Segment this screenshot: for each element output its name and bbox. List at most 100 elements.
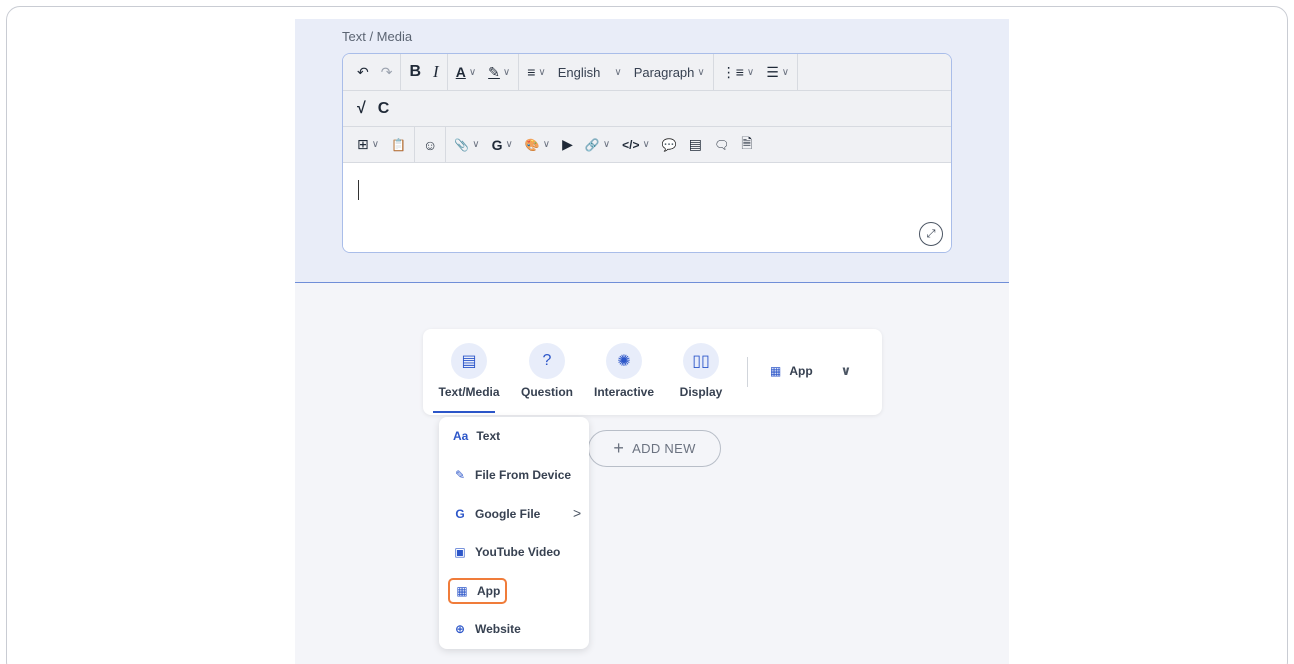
highlight-color-button[interactable]: ✎ ∨: [482, 58, 516, 86]
dropdown-item-label: YouTube Video: [475, 545, 561, 559]
notes-icon[interactable]: ▤: [683, 131, 708, 159]
app-selector[interactable]: ▦ App ∨: [770, 363, 851, 379]
bullet-list-button[interactable]: ☰ ∨: [760, 58, 795, 86]
font-color-button[interactable]: A ∨: [450, 58, 482, 86]
paste-icon[interactable]: 📋: [385, 131, 412, 159]
code-icon: </>: [622, 137, 640, 152]
code-button[interactable]: </> ∨: [616, 131, 656, 159]
dropdown-item-label: App: [477, 584, 501, 598]
tab-label: Interactive: [593, 385, 655, 399]
tab-text-media[interactable]: ▤ Text/Media: [431, 343, 507, 413]
bullet-list-icon: ☰: [766, 63, 779, 80]
palette-icon: 🎨: [524, 137, 540, 152]
text-caret: [358, 180, 359, 200]
table-icon: ⊞: [357, 136, 369, 152]
tab-label: Display: [679, 385, 723, 399]
attach-button[interactable]: 📎 ∨: [448, 131, 485, 159]
google-drive-button[interactable]: G ∨: [486, 131, 519, 159]
chevron-down-icon: ∨: [781, 66, 790, 78]
italic-button[interactable]: I: [427, 58, 445, 86]
comment-icon[interactable]: 💬: [656, 131, 683, 159]
numbered-list-icon: ⋮≡: [721, 63, 744, 80]
toolbar-row-1: ↶ ↷ B I A ∨ ✎ ∨ ≡ ∨ English ∨ Paragraph …: [343, 54, 951, 91]
dropdown-item-youtube-video[interactable]: ▣ YouTube Video: [447, 539, 566, 565]
globe-icon: ⊕: [454, 622, 466, 636]
bold-button[interactable]: B: [403, 58, 427, 86]
chevron-down-icon: ∨: [840, 363, 852, 378]
tab-display[interactable]: ▯▯ Display: [663, 343, 739, 399]
chevron-down-icon: ∨: [614, 66, 622, 78]
align-left-icon: ≡: [527, 64, 536, 80]
toolbar-divider: [712, 54, 714, 90]
toolbar-row-2: √ C: [343, 91, 951, 127]
question-icon: ?: [529, 343, 565, 379]
tab-question[interactable]: ? Question: [509, 343, 585, 399]
interactive-icon: ✺: [606, 343, 642, 379]
card-divider: [747, 357, 748, 387]
table-button[interactable]: ⊞ ∨: [351, 131, 385, 159]
chevron-down-icon: ∨: [502, 66, 511, 78]
text-media-icon: ▤: [451, 343, 487, 379]
chevron-down-icon: ∨: [538, 66, 546, 78]
dropdown-item-app[interactable]: ▦ App: [448, 578, 508, 604]
media-icon[interactable]: ▶: [556, 131, 579, 159]
app-selector-label: App: [789, 364, 813, 378]
language-select[interactable]: English ∨: [552, 58, 628, 86]
dropdown-item-text[interactable]: Aa Text: [447, 423, 506, 449]
link-button[interactable]: 🔗 ∨: [579, 131, 616, 159]
speech-icon[interactable]: 🗨: [708, 131, 735, 159]
paperclip-icon: ✎: [454, 468, 466, 482]
math-icon[interactable]: √: [351, 95, 372, 123]
toolbar-divider: [797, 54, 799, 90]
dropdown-item-label: Google File: [475, 507, 541, 521]
text-media-section: Text / Media ↶ ↷ B I A ∨ ✎ ∨ ≡ ∨ English…: [295, 19, 1009, 283]
dropdown-item-label: Text: [476, 429, 501, 443]
chevron-down-icon: ∨: [472, 139, 480, 150]
expand-icon[interactable]: ⤢: [919, 222, 943, 246]
chevron-right-icon: >: [573, 505, 582, 521]
font-color-icon: A: [455, 64, 466, 80]
language-value: English: [557, 64, 601, 80]
chevron-down-icon: ∨: [468, 66, 477, 78]
palette-button[interactable]: 🎨 ∨: [519, 131, 556, 159]
tab-interactive[interactable]: ✺ Interactive: [586, 343, 662, 399]
chevron-down-icon: ∨: [371, 139, 380, 150]
undo-icon[interactable]: ↶: [351, 58, 375, 86]
toolbar-divider: [446, 54, 448, 90]
google-icon: G: [455, 507, 465, 521]
block-format-value: Paragraph: [633, 64, 695, 80]
content-type-card: ▤ Text/Media ? Question ✺ Interactive ▯▯…: [423, 329, 882, 415]
toolbar-divider: [414, 126, 416, 163]
paperclip-icon: 📎: [454, 137, 470, 152]
ordered-list-button[interactable]: ⋮≡ ∨: [716, 58, 761, 86]
dropdown-item-label: File From Device: [475, 468, 572, 482]
google-icon: G: [491, 136, 503, 153]
align-button[interactable]: ≡ ∨: [521, 58, 552, 86]
redo-icon[interactable]: ↷: [375, 58, 399, 86]
block-format-select[interactable]: Paragraph ∨: [628, 58, 711, 86]
chevron-down-icon: ∨: [642, 139, 650, 150]
chevron-down-icon: ∨: [542, 139, 551, 150]
dropdown-item-website[interactable]: ⊕ Website: [447, 616, 527, 642]
section-label: Text / Media: [342, 29, 413, 44]
chevron-down-icon: ∨: [602, 139, 611, 150]
toolbar-divider: [518, 54, 520, 90]
add-new-button[interactable]: + ADD NEW: [588, 430, 721, 467]
window-frame: Text / Media ↶ ↷ B I A ∨ ✎ ∨ ≡ ∨ English…: [6, 6, 1288, 664]
editor-content-area[interactable]: ⤢: [343, 164, 951, 252]
dropdown-item-file-from-device[interactable]: ✎ File From Device: [447, 462, 577, 488]
highlighter-icon: ✎: [488, 63, 500, 80]
chemistry-icon[interactable]: C: [372, 95, 396, 123]
tab-label: Question: [520, 385, 573, 399]
video-icon: ▣: [454, 545, 466, 559]
toolbar-divider: [445, 126, 447, 163]
plus-icon: +: [613, 438, 625, 458]
app-icon: ▦: [770, 364, 782, 378]
file-audio-icon[interactable]: 🗎: [735, 131, 758, 159]
emoji-icon[interactable]: ☺: [417, 131, 443, 159]
chevron-down-icon: ∨: [505, 139, 513, 150]
chevron-down-icon: ∨: [697, 66, 705, 78]
link-icon: 🔗: [584, 137, 600, 152]
chevron-down-icon: ∨: [746, 66, 755, 78]
dropdown-item-google-file[interactable]: G Google File: [447, 501, 546, 527]
